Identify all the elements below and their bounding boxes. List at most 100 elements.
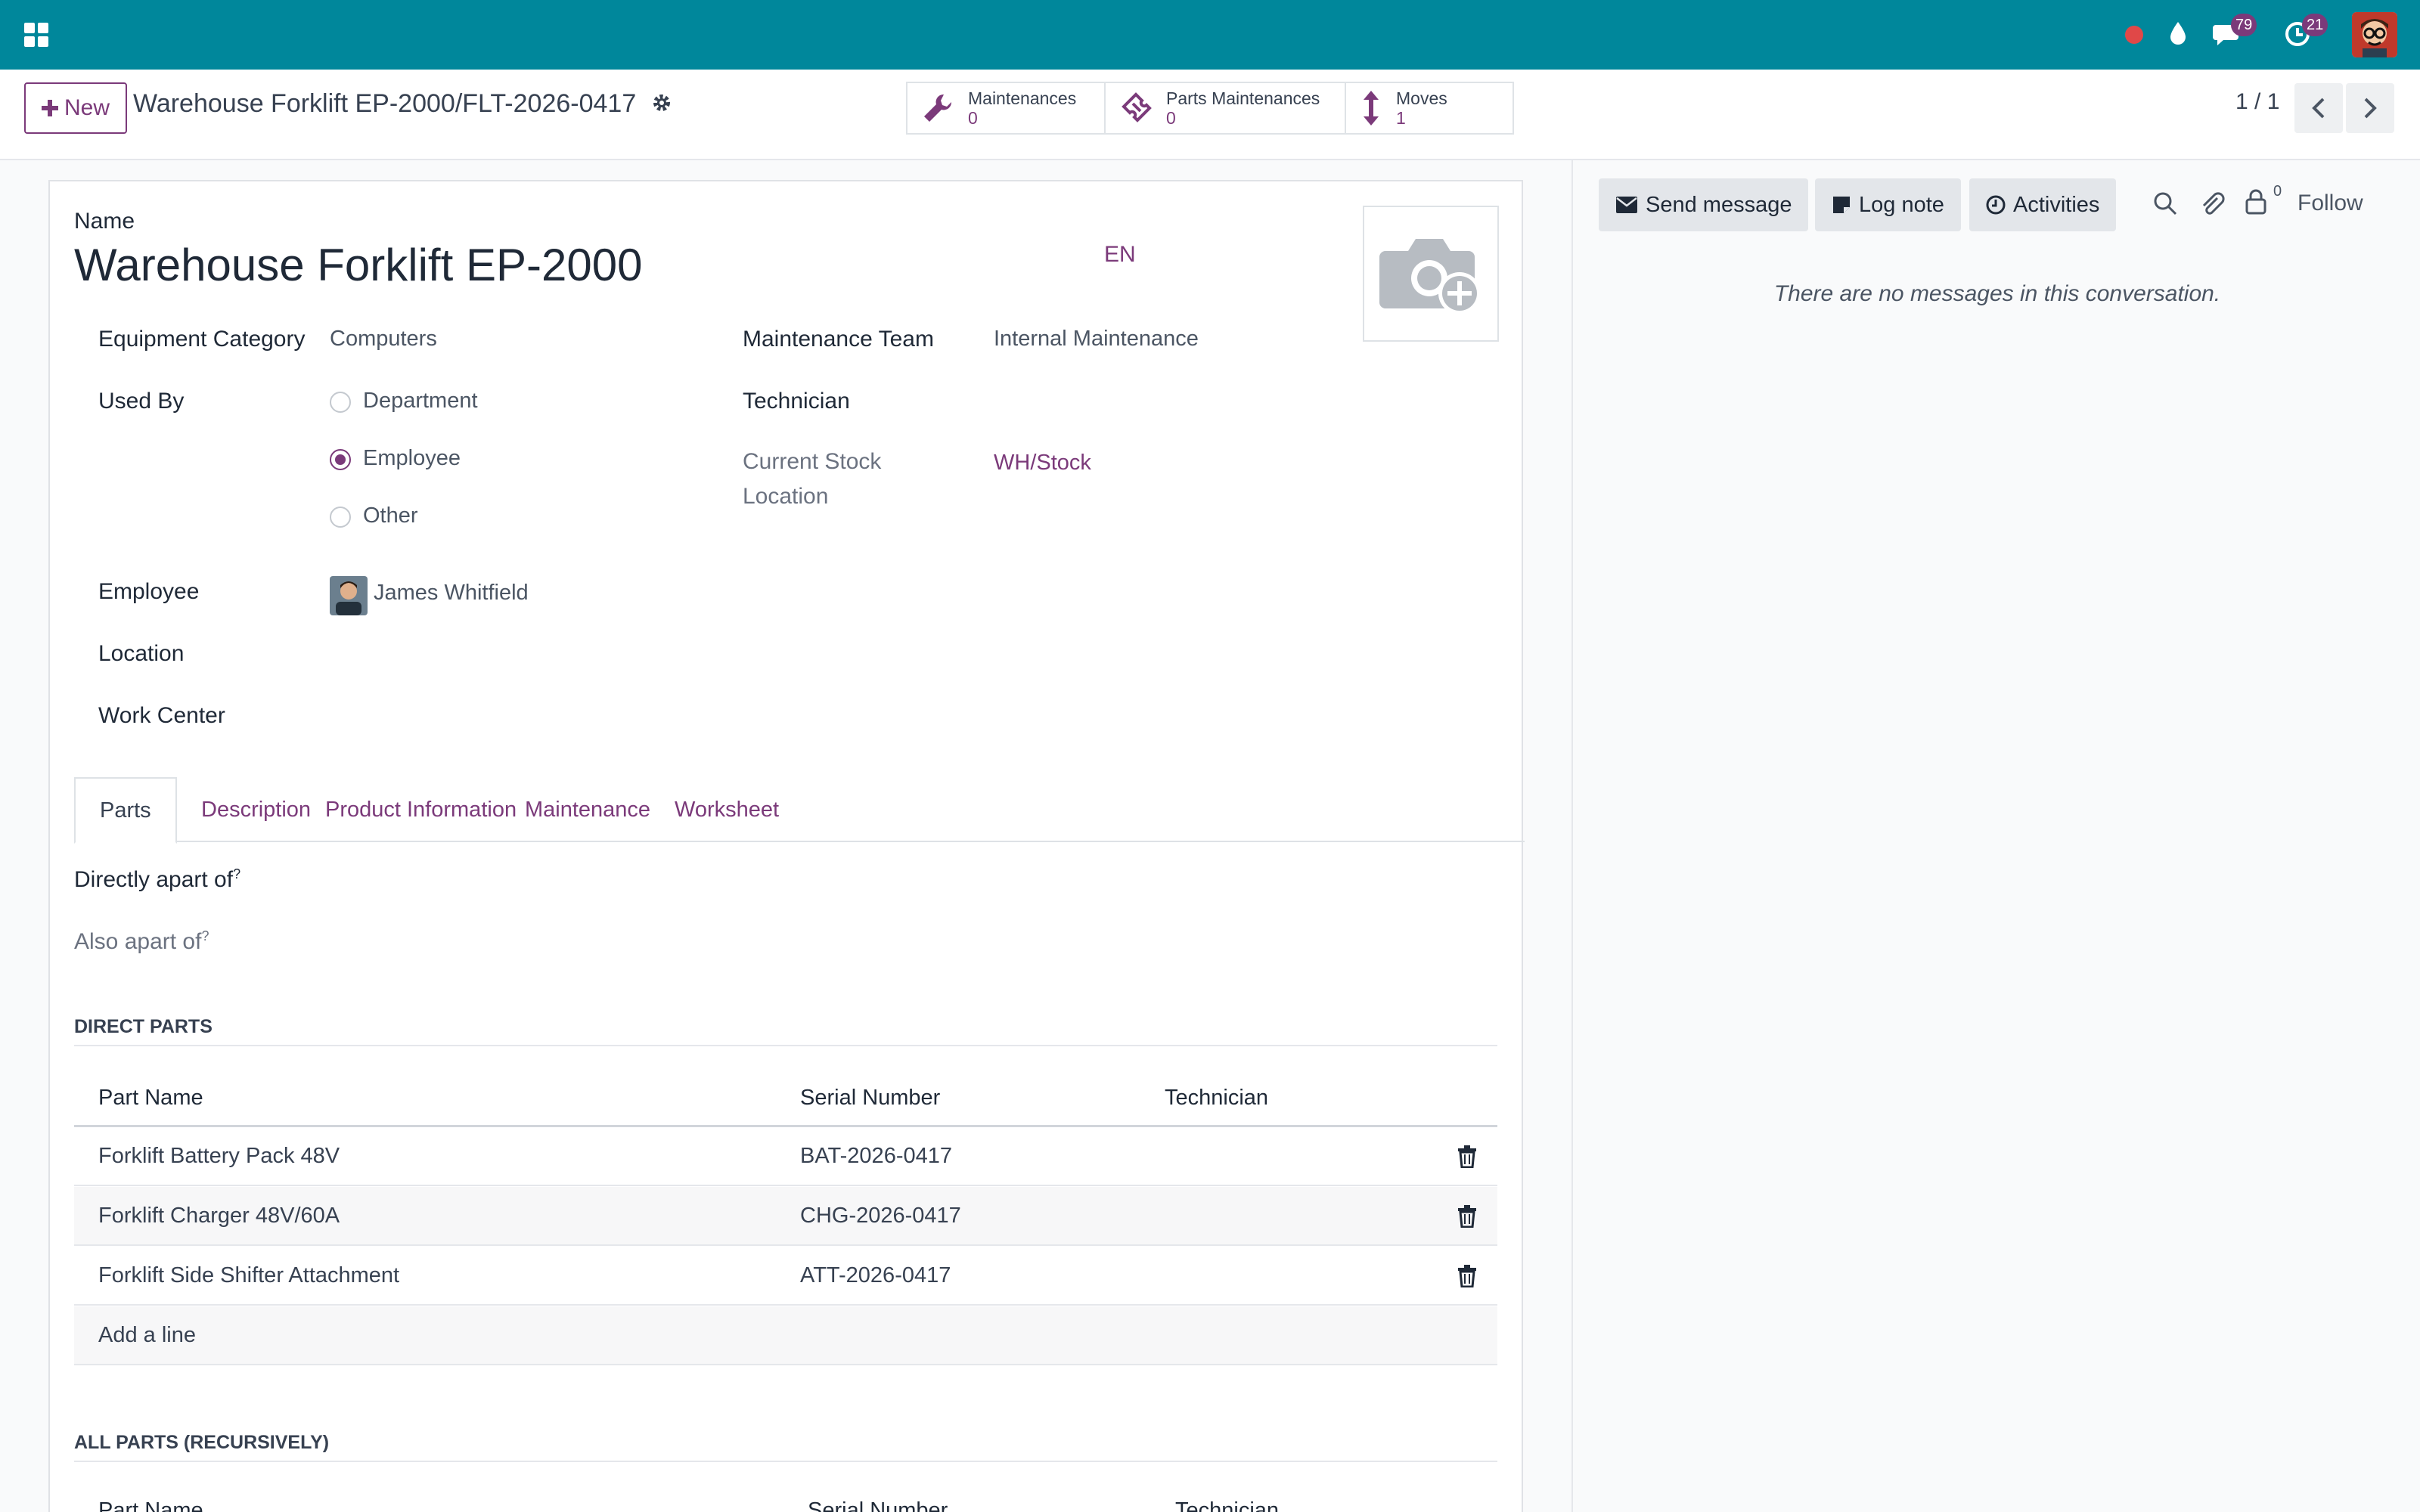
radio-other[interactable] bbox=[330, 507, 351, 528]
direct-parts-title: DIRECT PARTS bbox=[74, 1016, 213, 1037]
maintenances-smart-button[interactable]: Maintenances 0 bbox=[908, 83, 1106, 133]
record-icon[interactable] bbox=[2122, 23, 2146, 47]
wrench-icon bbox=[924, 94, 952, 122]
moves-smart-button[interactable]: Moves 1 bbox=[1346, 83, 1512, 133]
moves-label: Moves bbox=[1396, 88, 1447, 108]
tab-parts[interactable]: Parts bbox=[74, 777, 177, 844]
activities-badge: 21 bbox=[2302, 14, 2328, 36]
log-note-label: Log note bbox=[1859, 192, 1944, 217]
employee-field[interactable]: James Whitfield bbox=[374, 581, 529, 606]
follow-button[interactable]: Follow bbox=[2297, 191, 2363, 216]
search-icon[interactable] bbox=[2152, 191, 2178, 222]
radio-employee[interactable] bbox=[330, 449, 351, 470]
column-part-name[interactable]: Part Name bbox=[98, 1498, 203, 1512]
language-button[interactable]: EN bbox=[1104, 242, 1136, 268]
pager-value[interactable]: 1 / 1 bbox=[2235, 89, 2279, 115]
maintenance-team-field[interactable]: Internal Maintenance bbox=[994, 327, 1199, 352]
chatter-panel: Send message Log note Activities 0 Follo… bbox=[1571, 160, 2420, 1512]
table-row[interactable]: Forklift Battery Pack 48V BAT-2026-0417 bbox=[74, 1127, 1497, 1186]
pager-previous-button[interactable] bbox=[2294, 83, 2343, 133]
grid-icon[interactable] bbox=[20, 18, 53, 51]
radio-department[interactable] bbox=[330, 392, 351, 413]
equipment-category-label: Equipment Category bbox=[98, 327, 306, 352]
also-apart-of-label: Also apart of? bbox=[74, 928, 209, 955]
add-line-row: Add a line bbox=[74, 1306, 1497, 1365]
table-row[interactable]: Forklift Side Shifter Attachment ATT-202… bbox=[74, 1247, 1497, 1306]
empty-conversation-message: There are no messages in this conversati… bbox=[1773, 281, 2221, 306]
maintenances-label: Maintenances bbox=[968, 88, 1077, 108]
trash-icon[interactable] bbox=[1457, 1145, 1478, 1168]
serial-number-cell: CHG-2026-0417 bbox=[800, 1204, 961, 1228]
top-navbar: 79 21 bbox=[0, 0, 2420, 70]
parts-maintenances-label: Parts Maintenances bbox=[1166, 88, 1320, 108]
current-stock-location-label-line2: Location bbox=[743, 484, 829, 509]
column-part-name[interactable]: Part Name bbox=[98, 1086, 203, 1111]
column-serial-number[interactable]: Serial Number bbox=[800, 1086, 940, 1111]
log-note-button[interactable]: Log note bbox=[1815, 178, 1961, 231]
note-icon bbox=[1833, 197, 1850, 213]
table-row[interactable]: Forklift Charger 48V/60A CHG-2026-0417 bbox=[74, 1187, 1497, 1246]
add-line-button[interactable]: Add a line bbox=[98, 1323, 196, 1348]
chevron-left-icon bbox=[2312, 98, 2325, 119]
current-stock-location-label-line1: Current Stock bbox=[743, 449, 882, 474]
work-center-label: Work Center bbox=[98, 703, 225, 728]
clock-icon bbox=[1986, 195, 2006, 215]
serial-number-cell: ATT-2026-0417 bbox=[800, 1263, 951, 1287]
technician-label: Technician bbox=[743, 389, 850, 414]
name-label: Name bbox=[74, 209, 135, 234]
image-upload[interactable] bbox=[1363, 206, 1499, 342]
help-mark[interactable]: ? bbox=[233, 866, 240, 881]
also-apart-of-text: Also apart of bbox=[74, 929, 202, 954]
used-by-label: Used By bbox=[98, 389, 185, 414]
form-sheet: Name Warehouse Forklift EP-2000 EN Equip… bbox=[48, 180, 1525, 1512]
radio-other-label: Other bbox=[363, 503, 418, 528]
name-input[interactable]: Warehouse Forklift EP-2000 bbox=[74, 239, 642, 291]
trash-icon[interactable] bbox=[1457, 1265, 1478, 1287]
current-stock-location-link[interactable]: WH/Stock bbox=[994, 451, 1091, 476]
tab-worksheet[interactable]: Worksheet bbox=[650, 777, 803, 842]
ticket-icon bbox=[1122, 92, 1152, 122]
camera-plus-icon bbox=[1379, 239, 1481, 314]
drop-icon[interactable] bbox=[2164, 18, 2192, 48]
trash-icon[interactable] bbox=[1457, 1205, 1478, 1228]
send-message-button[interactable]: Send message bbox=[1599, 178, 1809, 231]
smart-buttons: Maintenances 0 Parts Maintenances 0 Moves 1 bbox=[906, 82, 1514, 135]
equipment-category-field[interactable]: Computers bbox=[330, 327, 437, 352]
column-technician[interactable]: Technician bbox=[1175, 1498, 1279, 1512]
parts-maintenances-smart-button[interactable]: Parts Maintenances 0 bbox=[1106, 83, 1346, 133]
divider bbox=[74, 1461, 1497, 1462]
arrows-vertical-icon bbox=[1364, 91, 1379, 125]
location-label: Location bbox=[98, 641, 185, 666]
followers-count: 0 bbox=[2273, 183, 2282, 200]
divider bbox=[74, 1045, 1497, 1046]
parts-maintenances-value: 0 bbox=[1166, 108, 1176, 128]
directly-apart-of-label: Directly apart of? bbox=[74, 866, 240, 893]
paperclip-icon[interactable] bbox=[2199, 191, 2225, 222]
part-name-cell: Forklift Battery Pack 48V bbox=[98, 1144, 340, 1168]
column-serial-number[interactable]: Serial Number bbox=[808, 1498, 948, 1512]
tab-maintenance[interactable]: Maintenance bbox=[501, 777, 675, 842]
new-button[interactable]: New bbox=[24, 82, 127, 134]
envelope-icon bbox=[1616, 197, 1637, 213]
activities-button[interactable]: Activities bbox=[1969, 178, 2117, 231]
pager-next-button[interactable] bbox=[2346, 83, 2394, 133]
breadcrumb-current: Warehouse Forklift EP-2000/FLT-2026-0417 bbox=[133, 89, 637, 118]
lock-icon[interactable] bbox=[2245, 189, 2267, 221]
employee-label: Employee bbox=[98, 579, 200, 604]
radio-department-label: Department bbox=[363, 389, 478, 413]
radio-employee-label: Employee bbox=[363, 446, 461, 470]
help-mark[interactable]: ? bbox=[201, 928, 209, 943]
column-technician[interactable]: Technician bbox=[1165, 1086, 1268, 1111]
activities-label: Activities bbox=[2013, 192, 2100, 217]
maintenance-team-label: Maintenance Team bbox=[743, 327, 934, 352]
control-panel: New Warehouse Forklift EP-2000/FLT-2026-… bbox=[0, 70, 2420, 160]
user-avatar[interactable] bbox=[2352, 12, 2397, 57]
all-parts-title: ALL PARTS (RECURSIVELY) bbox=[74, 1432, 330, 1453]
maintenances-value: 0 bbox=[968, 108, 978, 128]
gear-icon[interactable] bbox=[651, 91, 672, 120]
moves-value: 1 bbox=[1396, 108, 1406, 128]
chevron-right-icon bbox=[2364, 98, 2377, 119]
part-name-cell: Forklift Charger 48V/60A bbox=[98, 1204, 340, 1228]
messages-badge: 79 bbox=[2231, 14, 2257, 36]
breadcrumb: Warehouse Forklift EP-2000/FLT-2026-0417 bbox=[133, 89, 672, 120]
